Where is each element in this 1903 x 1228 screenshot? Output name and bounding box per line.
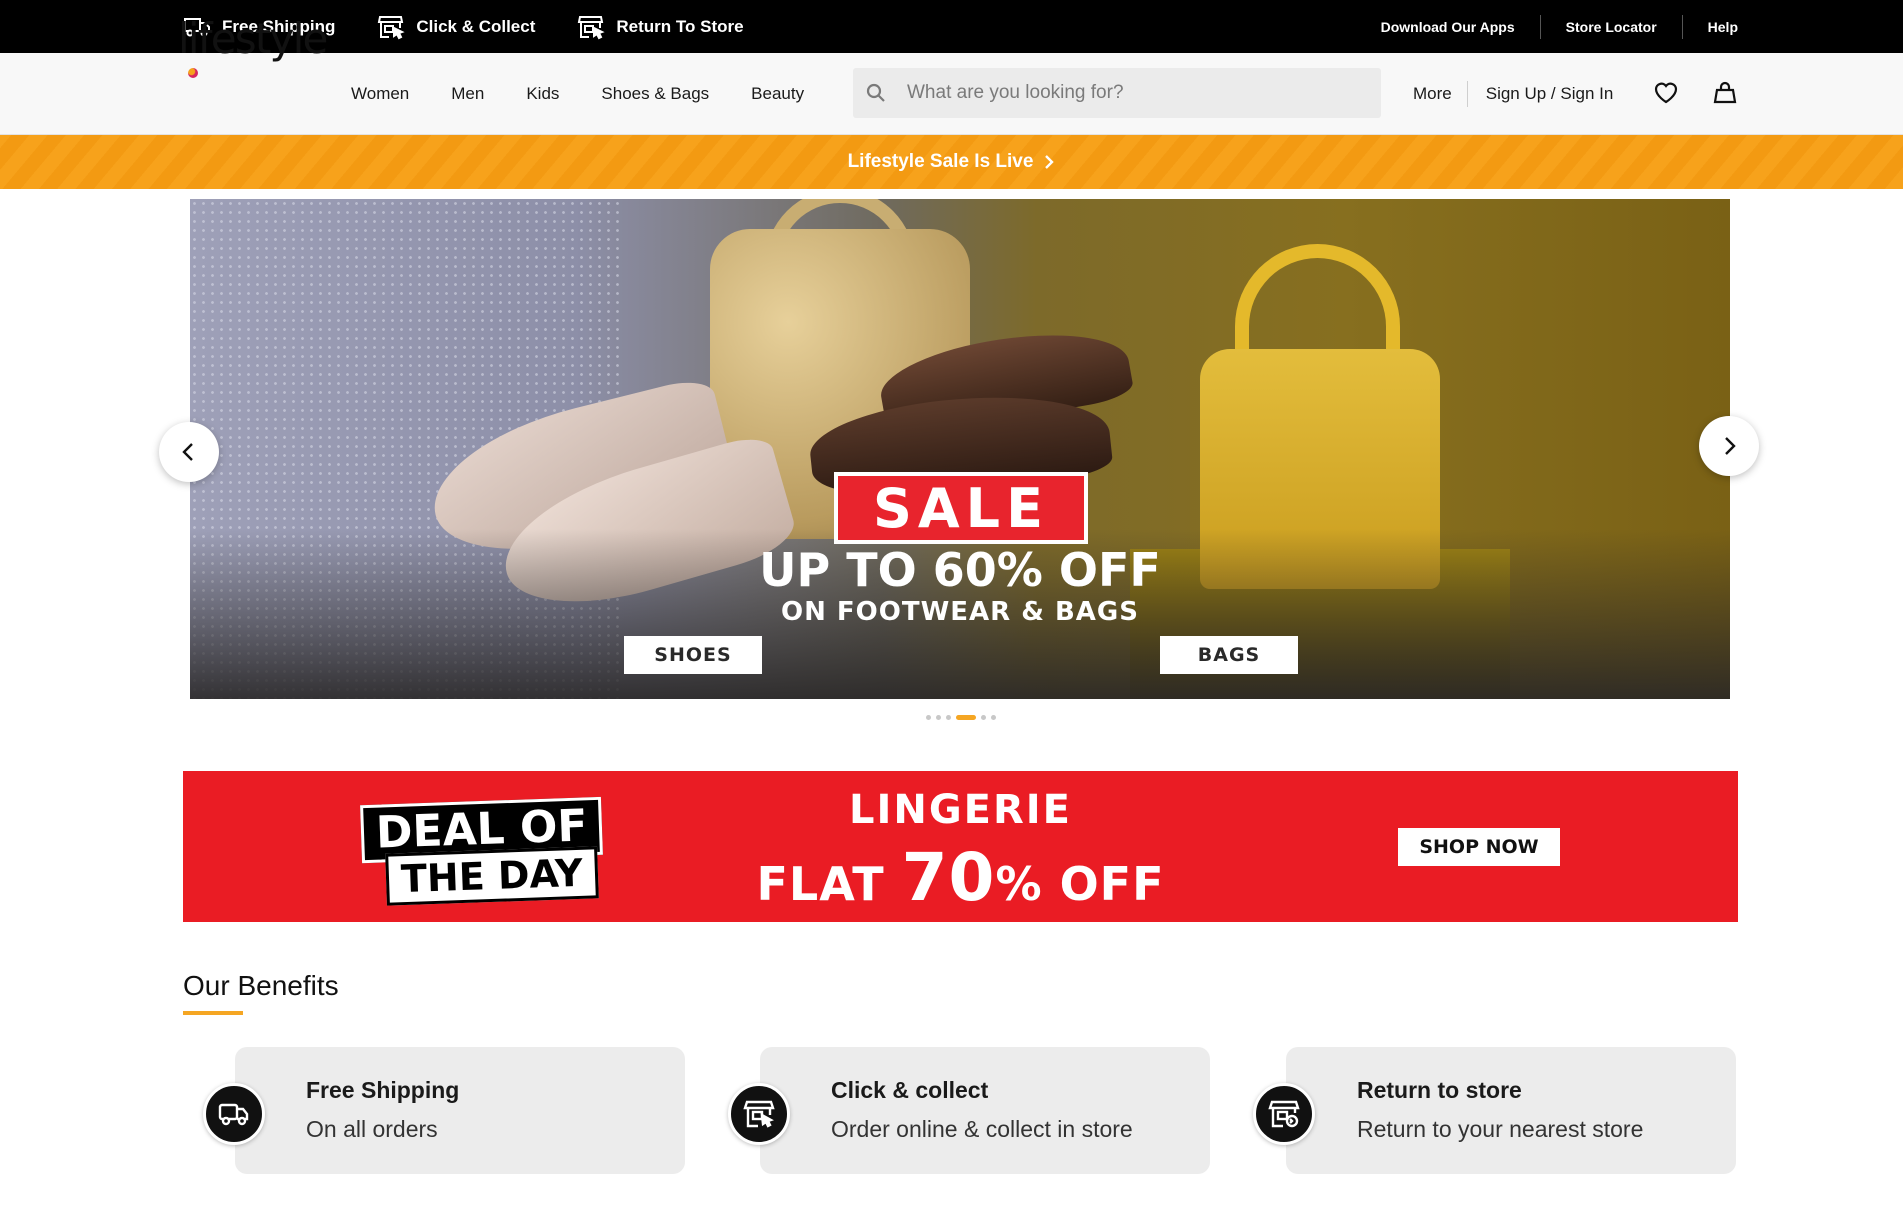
benefit-title: Click & collect: [831, 1077, 989, 1103]
benefits-title: Our Benefits: [183, 970, 339, 1001]
bags-button[interactable]: BAGS: [1160, 636, 1298, 674]
chevron-right-icon: [1045, 155, 1055, 169]
benefit-subtitle: On all orders: [306, 1116, 438, 1142]
store-click-icon: [728, 1083, 790, 1145]
header-actions: More Sign Up / Sign In: [1413, 53, 1613, 135]
carousel-next-button[interactable]: [1699, 416, 1759, 476]
lifestyle-logo[interactable]: lifestyle: [178, 14, 328, 63]
hero-subline: ON FOOTWEAR & BAGS: [781, 597, 1139, 627]
benefit-subtitle: Order online & collect in store: [831, 1116, 1133, 1142]
benefit-card-return-store: Return to store Return to your nearest s…: [1286, 1047, 1736, 1174]
hero-headline: UP TO 60% OFF: [759, 543, 1161, 597]
nav-kids[interactable]: Kids: [526, 84, 559, 104]
nav-shoes-bags[interactable]: Shoes & Bags: [601, 84, 709, 104]
sale-live-strip[interactable]: Lifestyle Sale Is Live: [0, 135, 1903, 189]
carousel-dot[interactable]: [981, 715, 986, 720]
benefit-card-free-shipping: Free Shipping On all orders: [235, 1047, 685, 1174]
deal-of-the-day-banner[interactable]: DEAL OF THE DAY LINGERIE FLAT 70% OFF SH…: [183, 771, 1738, 922]
more-menu[interactable]: More: [1413, 81, 1468, 107]
sale-badge: SALE: [834, 472, 1088, 544]
carousel-dots: [926, 715, 996, 720]
return-store-link[interactable]: Return To Store: [577, 14, 744, 40]
nav-men[interactable]: Men: [451, 84, 484, 104]
nav-beauty[interactable]: Beauty: [751, 84, 804, 104]
carousel-prev-button[interactable]: [159, 422, 219, 482]
truck-icon: [203, 1083, 265, 1145]
nav-women[interactable]: Women: [351, 84, 409, 104]
wishlist-heart-icon[interactable]: [1652, 78, 1680, 106]
store-return-icon: [1253, 1083, 1315, 1145]
shop-now-button[interactable]: SHOP NOW: [1398, 828, 1560, 866]
search-input[interactable]: [907, 82, 1347, 104]
shoes-button[interactable]: SHOES: [624, 636, 762, 674]
chevron-left-icon: [182, 443, 193, 461]
carousel-dot[interactable]: [936, 715, 941, 720]
carousel-dot[interactable]: [946, 715, 951, 720]
deal-offer-pre: FLAT: [756, 857, 902, 911]
search-icon[interactable]: [865, 82, 887, 104]
carousel-dot-active[interactable]: [956, 715, 976, 720]
main-nav: Women Men Kids Shoes & Bags Beauty: [351, 53, 846, 135]
chevron-right-icon: [1725, 437, 1736, 455]
deal-offer-number: 70: [901, 839, 996, 916]
benefit-subtitle: Return to your nearest store: [1357, 1116, 1644, 1142]
store-return-icon: [578, 15, 605, 39]
deal-category: LINGERIE: [848, 787, 1072, 833]
carousel-dot[interactable]: [991, 715, 996, 720]
carousel-dot[interactable]: [926, 715, 931, 720]
shopping-bag-icon[interactable]: [1711, 78, 1739, 106]
benefits-underline: [183, 1011, 243, 1015]
sign-in-link[interactable]: Sign Up / Sign In: [1468, 84, 1614, 104]
benefit-card-click-collect: Click & collect Order online & collect i…: [760, 1047, 1210, 1174]
store-click-icon: [378, 15, 405, 39]
store-locator-link[interactable]: Store Locator: [1539, 14, 1682, 39]
benefit-title: Free Shipping: [306, 1077, 460, 1103]
hero-banner[interactable]: SALE UP TO 60% OFF ON FOOTWEAR & BAGS SH…: [190, 199, 1730, 699]
click-collect-link[interactable]: Click & Collect: [377, 14, 535, 40]
search-bar: [853, 68, 1381, 118]
click-collect-label: Click & Collect: [416, 16, 536, 36]
logo-dot: [188, 68, 198, 78]
benefit-title: Return to store: [1357, 1077, 1522, 1103]
return-store-label: Return To Store: [616, 16, 744, 36]
deal-offer-post: % OFF: [995, 857, 1165, 911]
sale-live-label: Lifestyle Sale Is Live: [847, 151, 1034, 172]
help-link[interactable]: Help: [1681, 14, 1738, 39]
download-apps-link[interactable]: Download Our Apps: [1356, 15, 1540, 39]
